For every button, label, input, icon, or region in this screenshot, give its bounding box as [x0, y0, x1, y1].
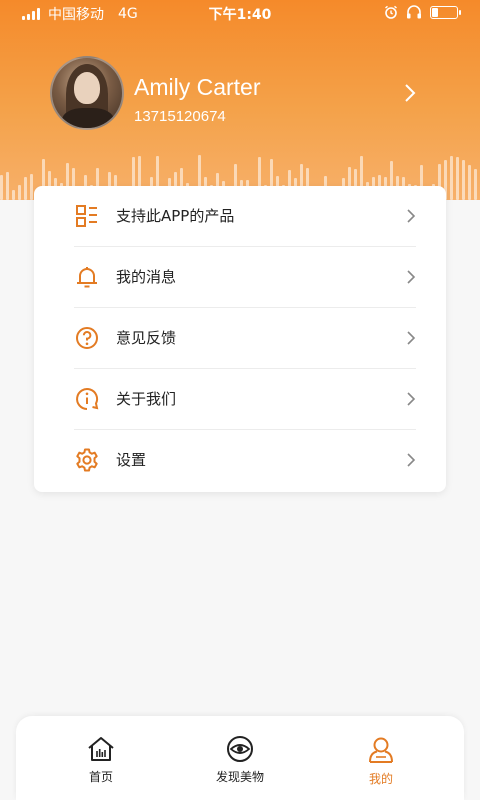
bell-icon [77, 267, 97, 288]
alarm-icon [385, 5, 397, 19]
user-phone: 13715120674 [134, 108, 226, 125]
headphones-icon [407, 5, 421, 19]
tab-label: 首页 [88, 770, 113, 784]
menu-item-feedback[interactable]: 意见反馈 [74, 308, 416, 369]
info-circle-icon [76, 388, 99, 410]
menu-item-supported-products[interactable]: 支持此APP的产品 [74, 186, 416, 247]
grid-list-icon [76, 205, 97, 227]
home-icon [88, 737, 114, 761]
chevron-right-icon [407, 209, 416, 223]
chevron-right-icon [407, 270, 416, 284]
menu-item-settings[interactable]: 设置 [74, 430, 416, 491]
chevron-right-icon [407, 392, 416, 406]
battery-icon [430, 5, 461, 19]
menu-item-label: 我的消息 [116, 268, 177, 286]
tab-mine[interactable]: 我的 [336, 736, 426, 796]
menu-item-label: 关于我们 [116, 390, 177, 408]
menu-item-label: 意见反馈 [116, 329, 177, 347]
tab-label: 发现美物 [215, 770, 264, 784]
bottom-tab-bar: 首页 发现美物 我的 [16, 716, 464, 800]
tab-discover[interactable]: 发现美物 [195, 736, 285, 796]
chevron-right-icon [407, 331, 416, 345]
tab-label: 我的 [368, 772, 393, 786]
chevron-right-icon[interactable] [400, 82, 420, 104]
user-icon [369, 737, 393, 763]
user-name: Amily Carter [134, 74, 261, 100]
chevron-right-icon [407, 453, 416, 467]
menu-item-my-messages[interactable]: 我的消息 [74, 247, 416, 308]
gear-icon [76, 448, 98, 472]
tab-home[interactable]: 首页 [56, 736, 146, 796]
menu-item-about-us[interactable]: 关于我们 [74, 369, 416, 430]
eye-icon [227, 736, 253, 762]
status-bar: 中国移动 4G 下午1:40 [0, 0, 480, 26]
profile-section[interactable]: Amily Carter 13715120674 [50, 56, 440, 132]
menu-item-label: 设置 [116, 451, 147, 469]
avatar[interactable] [50, 56, 124, 130]
question-circle-icon [76, 327, 98, 349]
menu-card: 支持此APP的产品 我的消息 意见反馈 关于我们 设置 [34, 186, 446, 492]
menu-item-label: 支持此APP的产品 [116, 207, 235, 225]
